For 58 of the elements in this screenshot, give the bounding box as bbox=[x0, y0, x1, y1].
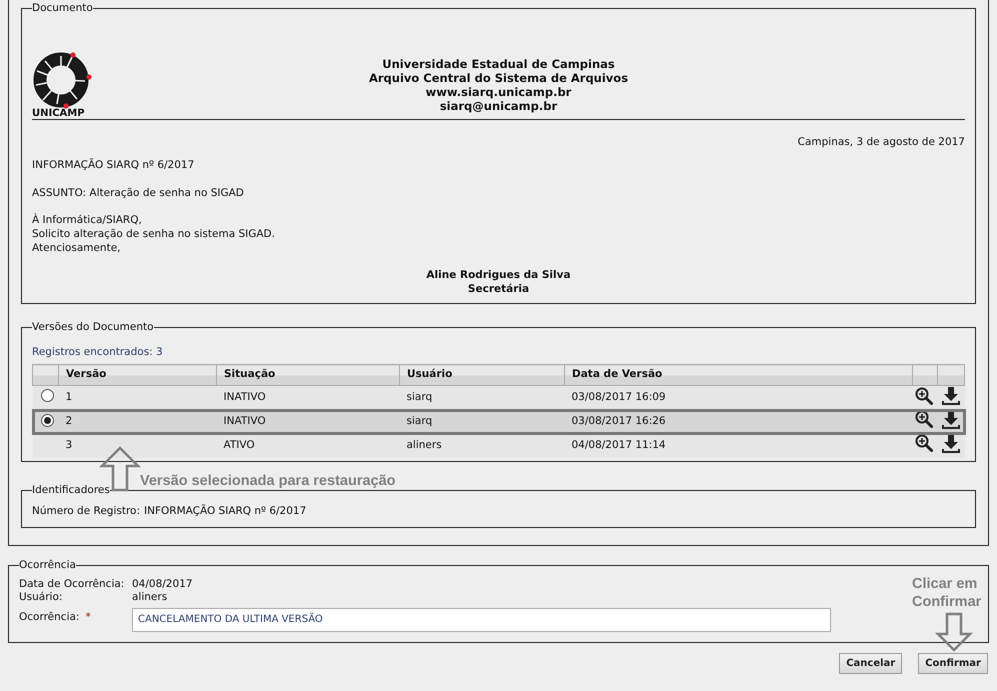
logo-text: UNICAMP bbox=[32, 108, 85, 118]
table-cell: ATIVO bbox=[216, 434, 400, 458]
header-line: Arquivo Central do Sistema de Arquivos bbox=[368, 70, 630, 84]
required-mark: * bbox=[85, 611, 91, 624]
annotation-text: Versão selecionada para restauração bbox=[140, 472, 396, 490]
radio-button[interactable] bbox=[40, 389, 54, 402]
header-cell bbox=[912, 364, 938, 386]
subject-line: ASSUNTO: Alteração de senha no SIGAD bbox=[32, 186, 245, 200]
signer-name: Aline Rodrigues da Silva bbox=[425, 269, 572, 283]
action-button[interactable]: Cancelar bbox=[839, 653, 902, 674]
field-label: Data de Ocorrência: bbox=[19, 578, 124, 592]
zoom-icon[interactable] bbox=[914, 386, 932, 405]
zoom-icon[interactable] bbox=[914, 410, 932, 428]
body-line: Atenciosamente, bbox=[32, 242, 122, 256]
header-line: Universidade Estadual de Campinas bbox=[381, 56, 616, 70]
body-line: Solicito alteração de senha no sistema SIGAD. bbox=[32, 228, 276, 242]
section-legend: Versões do Documento bbox=[32, 322, 154, 332]
field-label: Número de Registro: bbox=[32, 504, 140, 518]
table-cell: 03/08/2017 16:09 bbox=[564, 386, 912, 410]
field-label: Usuário: bbox=[19, 591, 62, 605]
header-cell bbox=[32, 364, 58, 386]
table-cell: 2 bbox=[58, 410, 216, 434]
table-cell: 04/08/2017 11:14 bbox=[564, 434, 912, 458]
section-legend: Ocorrência bbox=[19, 560, 76, 570]
download-icon[interactable] bbox=[942, 410, 960, 429]
table-cell: siarq bbox=[400, 410, 564, 434]
zoom-icon[interactable] bbox=[914, 434, 932, 452]
arrow-icon bbox=[935, 612, 973, 652]
annotation-text: Clicar em Confirmar bbox=[912, 575, 982, 611]
table-cell: siarq bbox=[400, 386, 564, 410]
header-line: siarq@unicamp.br bbox=[438, 98, 558, 112]
table-cell: aliners bbox=[400, 434, 564, 458]
column-header: Usuário bbox=[400, 364, 564, 386]
download-icon[interactable] bbox=[942, 434, 960, 453]
table-cell: INATIVO bbox=[216, 386, 400, 410]
section-legend: Identificadores bbox=[32, 485, 110, 496]
field-label: Ocorrência: bbox=[19, 611, 80, 624]
action-button[interactable]: Confirmar bbox=[918, 653, 988, 674]
field-value: aliners bbox=[132, 591, 168, 605]
info-number: INFORMAÇÃO SIARQ nº 6/2017 bbox=[32, 159, 196, 173]
table-cell: 03/08/2017 16:26 bbox=[564, 410, 912, 434]
header-cell bbox=[938, 364, 964, 386]
table-cell: 1 bbox=[58, 386, 216, 410]
column-header: Data de Versão bbox=[564, 364, 912, 386]
section-legend: Documento bbox=[32, 3, 93, 14]
field-value: INFORMAÇÃO SIARQ nº 6/2017 bbox=[144, 504, 306, 518]
place-date: Campinas, 3 de agosto de 2017 bbox=[796, 136, 965, 150]
body-line: À Informática/SIARQ, bbox=[32, 214, 143, 228]
occurrence-field[interactable]: CANCELAMENTO DA ULTIMA VERSÃO bbox=[132, 608, 831, 632]
radio-button[interactable] bbox=[40, 414, 54, 428]
download-icon[interactable] bbox=[942, 386, 960, 406]
column-header: Versão bbox=[58, 364, 216, 386]
records-found: Registros encontrados: 3 bbox=[32, 346, 164, 360]
field-value: 04/08/2017 bbox=[132, 578, 193, 592]
table-cell: INATIVO bbox=[216, 410, 400, 434]
header-line: www.siarq.unicamp.br bbox=[424, 84, 572, 98]
column-header: Situação bbox=[216, 364, 400, 386]
signer-role: Secretária bbox=[466, 282, 530, 297]
